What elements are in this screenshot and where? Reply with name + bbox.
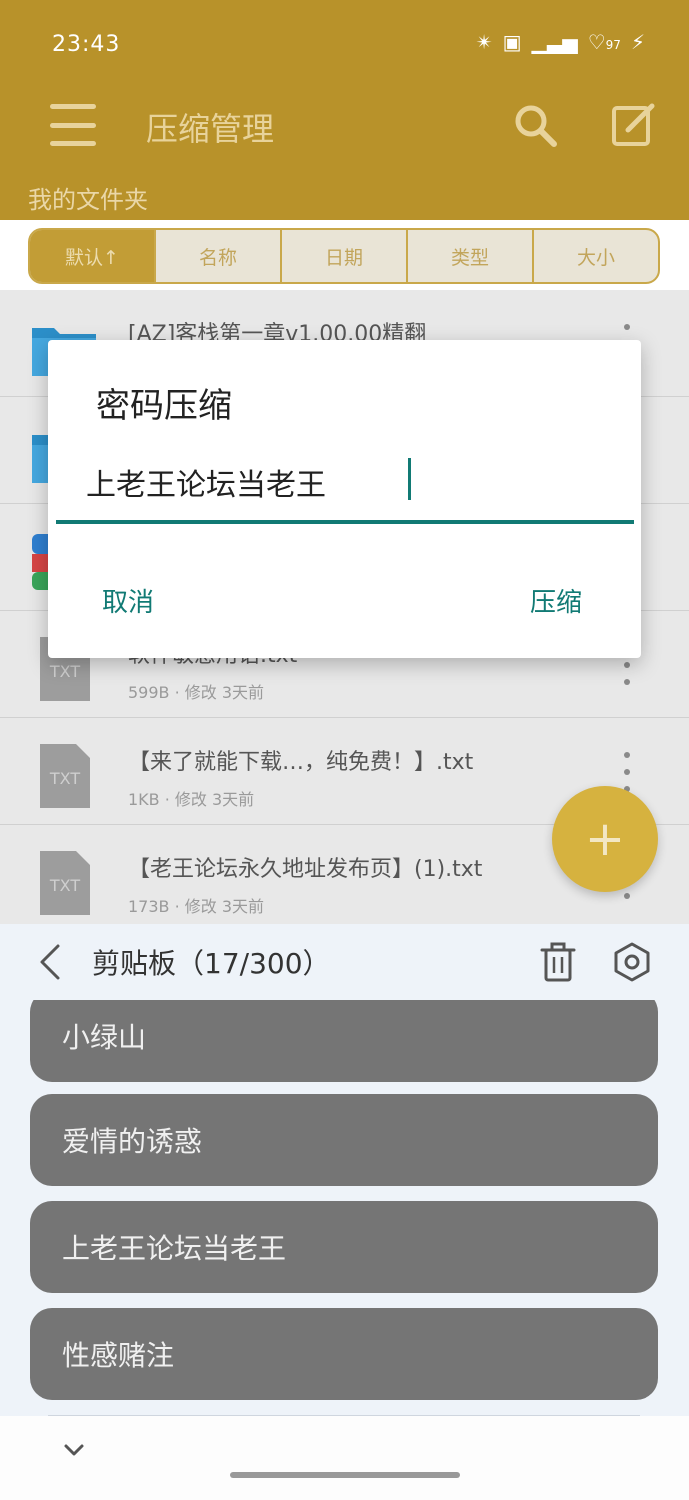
status-bar: 23:43 ✴ ▣ ▁▃▅ ♡97 ⚡ [0,0,689,90]
clipboard-item[interactable]: 爱情的诱惑 [30,1094,658,1186]
svg-text:TXT: TXT [49,876,80,895]
clipboard-title: 剪贴板（17/300） [92,947,331,980]
battery-icon: ♡97 [587,30,621,54]
svg-text:TXT: TXT [49,662,80,681]
clipboard-panel: 剪贴板（17/300） 小绿山 爱情的诱惑 上老王论坛当老王 性感赌注 [0,924,689,1500]
sort-tab-date[interactable]: 日期 [280,230,406,282]
file-meta: 1KB · 修改 3天前 [128,790,255,809]
sim-icon: ▣ [502,30,522,54]
sort-tabs: 默认↑ 名称 日期 类型 大小 [28,228,660,284]
chevron-down-icon[interactable] [62,1438,86,1462]
file-name: 【来了就能下载…，纯免费！】.txt [128,750,474,775]
trash-icon[interactable] [540,942,576,982]
nfc-icon: ✴ [475,30,493,54]
menu-icon[interactable] [50,104,96,146]
svg-text:TXT: TXT [49,769,80,788]
sort-tab-size[interactable]: 大小 [532,230,658,282]
home-indicator[interactable] [230,1472,460,1478]
page-title: 压缩管理 [146,110,275,148]
more-icon[interactable] [620,752,634,792]
clipboard-item[interactable]: 上老王论坛当老王 [30,1201,658,1293]
password-input[interactable] [56,444,634,524]
clipboard-item[interactable]: 小绿山 [30,1000,658,1082]
cancel-button[interactable]: 取消 [102,582,154,619]
password-compress-dialog: 密码压缩 取消 压缩 [48,340,641,658]
txt-file-icon: TXT [40,851,90,915]
file-name: 【老王论坛永久地址发布页】(1).txt [128,857,483,882]
dialog-title: 密码压缩 [96,386,232,426]
keyboard-bottom-bar [0,1416,689,1500]
breadcrumb[interactable]: 我的文件夹 [28,180,148,215]
sort-tab-default[interactable]: 默认↑ [30,230,154,282]
search-icon[interactable] [512,102,558,148]
charging-icon: ⚡ [630,30,645,54]
clipboard-header: 剪贴板（17/300） [0,924,689,1000]
txt-file-icon: TXT [40,744,90,808]
file-meta: 599B · 修改 3天前 [128,683,265,702]
edit-icon[interactable] [610,102,656,148]
back-icon[interactable] [36,942,64,982]
sort-tab-name[interactable]: 名称 [154,230,280,282]
signal-icon: ▁▃▅ [531,30,578,54]
file-meta: 173B · 修改 3天前 [128,897,265,916]
compress-button[interactable]: 压缩 [530,582,582,619]
add-fab-button[interactable]: + [552,786,658,892]
clipboard-item[interactable]: 性感赌注 [30,1308,658,1400]
system-icons: ✴ ▣ ▁▃▅ ♡97 ⚡ [476,30,645,54]
clipboard-list: 小绿山 爱情的诱惑 上老王论坛当老王 性感赌注 [0,1000,689,1420]
gear-icon[interactable] [612,942,652,982]
sort-tab-type[interactable]: 类型 [406,230,532,282]
text-caret [408,458,411,500]
status-time: 23:43 [52,32,121,57]
app-bar: 压缩管理 我的文件夹 [0,90,689,220]
